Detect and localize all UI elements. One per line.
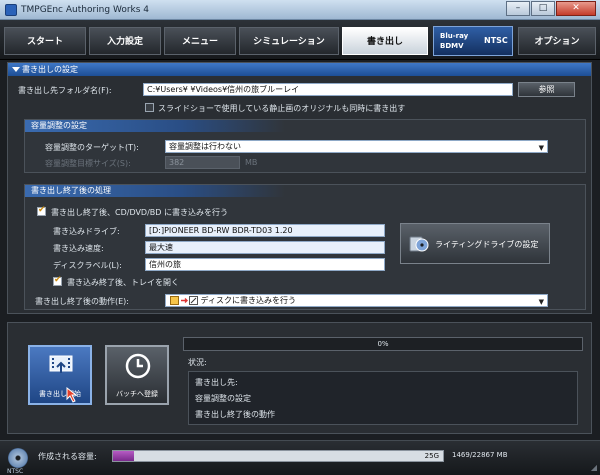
film-export-icon <box>48 353 74 377</box>
capacity-bar: 25G <box>112 450 444 462</box>
size-unit: MB <box>245 158 258 167</box>
resize-grip-icon[interactable]: ◢ <box>591 463 597 472</box>
output-settings-header: 書き出しの設定 <box>8 63 591 76</box>
size-input[interactable]: 382 <box>165 156 240 169</box>
window-controls: – □ ✕ <box>505 1 596 16</box>
tab-input[interactable]: 入力設定 <box>89 27 161 55</box>
progress-text: 0% <box>377 340 389 348</box>
browse-button[interactable]: 参照 <box>518 82 575 97</box>
target-label: 容量調整のターゲット(T): <box>45 143 139 152</box>
tab-simulation[interactable]: シミュレーション <box>239 27 339 55</box>
app-icon <box>5 3 17 16</box>
title-bar: TMPGEnc Authoring Works 4 – □ ✕ <box>0 0 600 20</box>
start-output-button[interactable]: 書き出し開始 <box>28 345 92 405</box>
post-process-section: 書き出し終了後の処理 書き出し終了後、CD/DVD/BD に書き込みを行う 書き… <box>24 184 586 310</box>
post-process-header: 書き出し終了後の処理 <box>25 185 285 197</box>
ntsc-label: NTSC <box>484 36 508 45</box>
mouse-cursor-icon <box>66 387 80 403</box>
write-disc-label: 書き出し終了後、CD/DVD/BD に書き込みを行う <box>51 208 228 217</box>
tab-menu[interactable]: メニュー <box>164 27 236 55</box>
write-action-icon <box>170 296 198 305</box>
capacity-header: 容量調整の設定 <box>25 120 285 132</box>
after-value: ディスクに書き込みを行う <box>200 296 296 305</box>
tab-output[interactable]: 書き出し <box>342 27 428 55</box>
folder-label: 書き出し先フォルダ名(F): <box>18 86 112 95</box>
maximize-button[interactable]: □ <box>531 1 555 16</box>
capacity-label: 作成される容量: <box>38 452 97 461</box>
action-area: 書き出し開始 バッチへ登録 0% 状況: 書き出し先: 容量調整の設定 書き出し… <box>7 322 592 434</box>
chevron-down-icon: ▼ <box>538 298 544 306</box>
minimize-button[interactable]: – <box>506 1 530 16</box>
drive-settings-button[interactable]: ライティングドライブの設定 <box>400 223 550 264</box>
slideshow-label: スライドショーで使用している静止画のオリジナルも同時に書き出す <box>158 104 406 113</box>
bluray-label: Blu-ray <box>440 32 469 40</box>
target-dropdown[interactable]: 容量調整は行わない ▼ <box>165 140 548 153</box>
disc-icon <box>8 448 28 468</box>
status-label: 状況: <box>188 358 207 367</box>
footer: NTSC 作成される容量: 25G 1469/22867 MB ◢ <box>0 440 600 475</box>
close-button[interactable]: ✕ <box>556 1 596 16</box>
capacity-value: 1469/22867 MB <box>452 451 508 459</box>
disc-format-label: NTSC <box>7 468 24 475</box>
drive-label: 書き込みドライブ: <box>53 227 120 236</box>
output-progress-bar: 0% <box>183 337 583 351</box>
disc-label-label: ディスクラベル(L): <box>53 261 122 270</box>
folder-input[interactable]: C:¥Users¥ ¥Videos¥信州の旅ブルーレイ <box>143 83 513 96</box>
chevron-down-icon: ▼ <box>538 144 544 152</box>
capacity-bar-mark: 25G <box>424 452 439 460</box>
batch-register-label: バッチへ登録 <box>116 390 158 398</box>
status-list: 書き出し先: 容量調整の設定 書き出し終了後の動作 <box>188 371 578 425</box>
open-tray-label: 書き込み終了後、トレイを開く <box>67 278 179 287</box>
write-disc-checkbox[interactable] <box>37 205 46 216</box>
status-row-capacity: 容量調整の設定 <box>195 394 251 403</box>
bdmv-label: BDMV <box>440 42 464 50</box>
disc-drive-icon <box>409 234 429 254</box>
speed-field[interactable]: 最大速 <box>145 241 385 254</box>
batch-register-button[interactable]: バッチへ登録 <box>105 345 169 405</box>
tab-start[interactable]: スタート <box>4 27 86 55</box>
main-nav: スタート 入力設定 メニュー シミュレーション 書き出し Blu-ray BDM… <box>0 20 600 60</box>
status-row-destination: 書き出し先: <box>195 378 238 387</box>
clock-icon <box>125 353 151 379</box>
window-title: TMPGEnc Authoring Works 4 <box>21 4 150 15</box>
after-dropdown[interactable]: ディスクに書き込みを行う ▼ <box>165 294 548 307</box>
tab-options[interactable]: オプション <box>518 27 596 55</box>
speed-label: 書き込み速度: <box>53 244 104 253</box>
capacity-section: 容量調整の設定 容量調整のターゲット(T): 容量調整は行わない ▼ 容量調整目… <box>24 119 586 173</box>
status-row-post-action: 書き出し終了後の動作 <box>195 410 275 419</box>
disc-label-input[interactable]: 信州の旅 <box>145 258 385 271</box>
open-tray-checkbox[interactable] <box>53 275 62 286</box>
target-value: 容量調整は行わない <box>169 142 241 151</box>
size-label: 容量調整目標サイズ(S): <box>45 159 131 168</box>
after-label: 書き出し終了後の動作(E): <box>35 297 129 306</box>
format-badge: Blu-ray BDMV NTSC <box>433 26 513 56</box>
drive-settings-label: ライティングドライブの設定 <box>435 240 539 249</box>
output-settings-panel: 書き出しの設定 書き出し先フォルダ名(F): C:¥Users¥ ¥Videos… <box>7 62 592 314</box>
drive-field[interactable]: [D:]PIONEER BD-RW BDR-TD03 1.20 <box>145 224 385 237</box>
slideshow-checkbox[interactable] <box>145 103 154 112</box>
capacity-bar-fill <box>113 451 135 461</box>
start-output-label: 書き出し開始 <box>39 390 81 398</box>
